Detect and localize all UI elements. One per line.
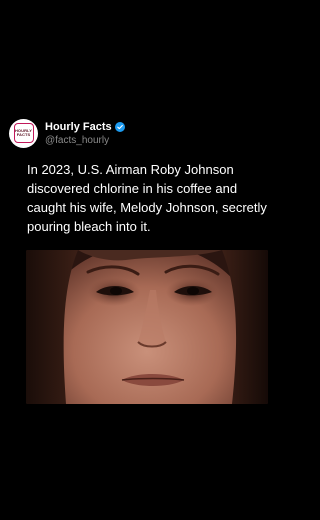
account-handle[interactable]: @facts_hourly — [45, 135, 125, 146]
verified-badge-icon — [114, 122, 125, 132]
display-name[interactable]: Hourly Facts — [45, 121, 112, 133]
post-text: In 2023, U.S. Airman Roby Johnson discov… — [27, 162, 267, 234]
post-card: HOURLY FACTS Hourly Facts @facts_hourly … — [0, 0, 292, 520]
avatar[interactable]: HOURLY FACTS — [9, 118, 38, 148]
avatar-text-bottom: FACTS — [16, 132, 31, 137]
post-header: HOURLY FACTS Hourly Facts @facts_hourly — [9, 117, 125, 149]
account-names: Hourly Facts @facts_hourly — [45, 120, 125, 146]
post-image[interactable] — [26, 250, 268, 404]
face-photo — [26, 250, 268, 404]
name-row: Hourly Facts — [45, 120, 125, 134]
logo-icon: HOURLY FACTS — [13, 123, 34, 143]
